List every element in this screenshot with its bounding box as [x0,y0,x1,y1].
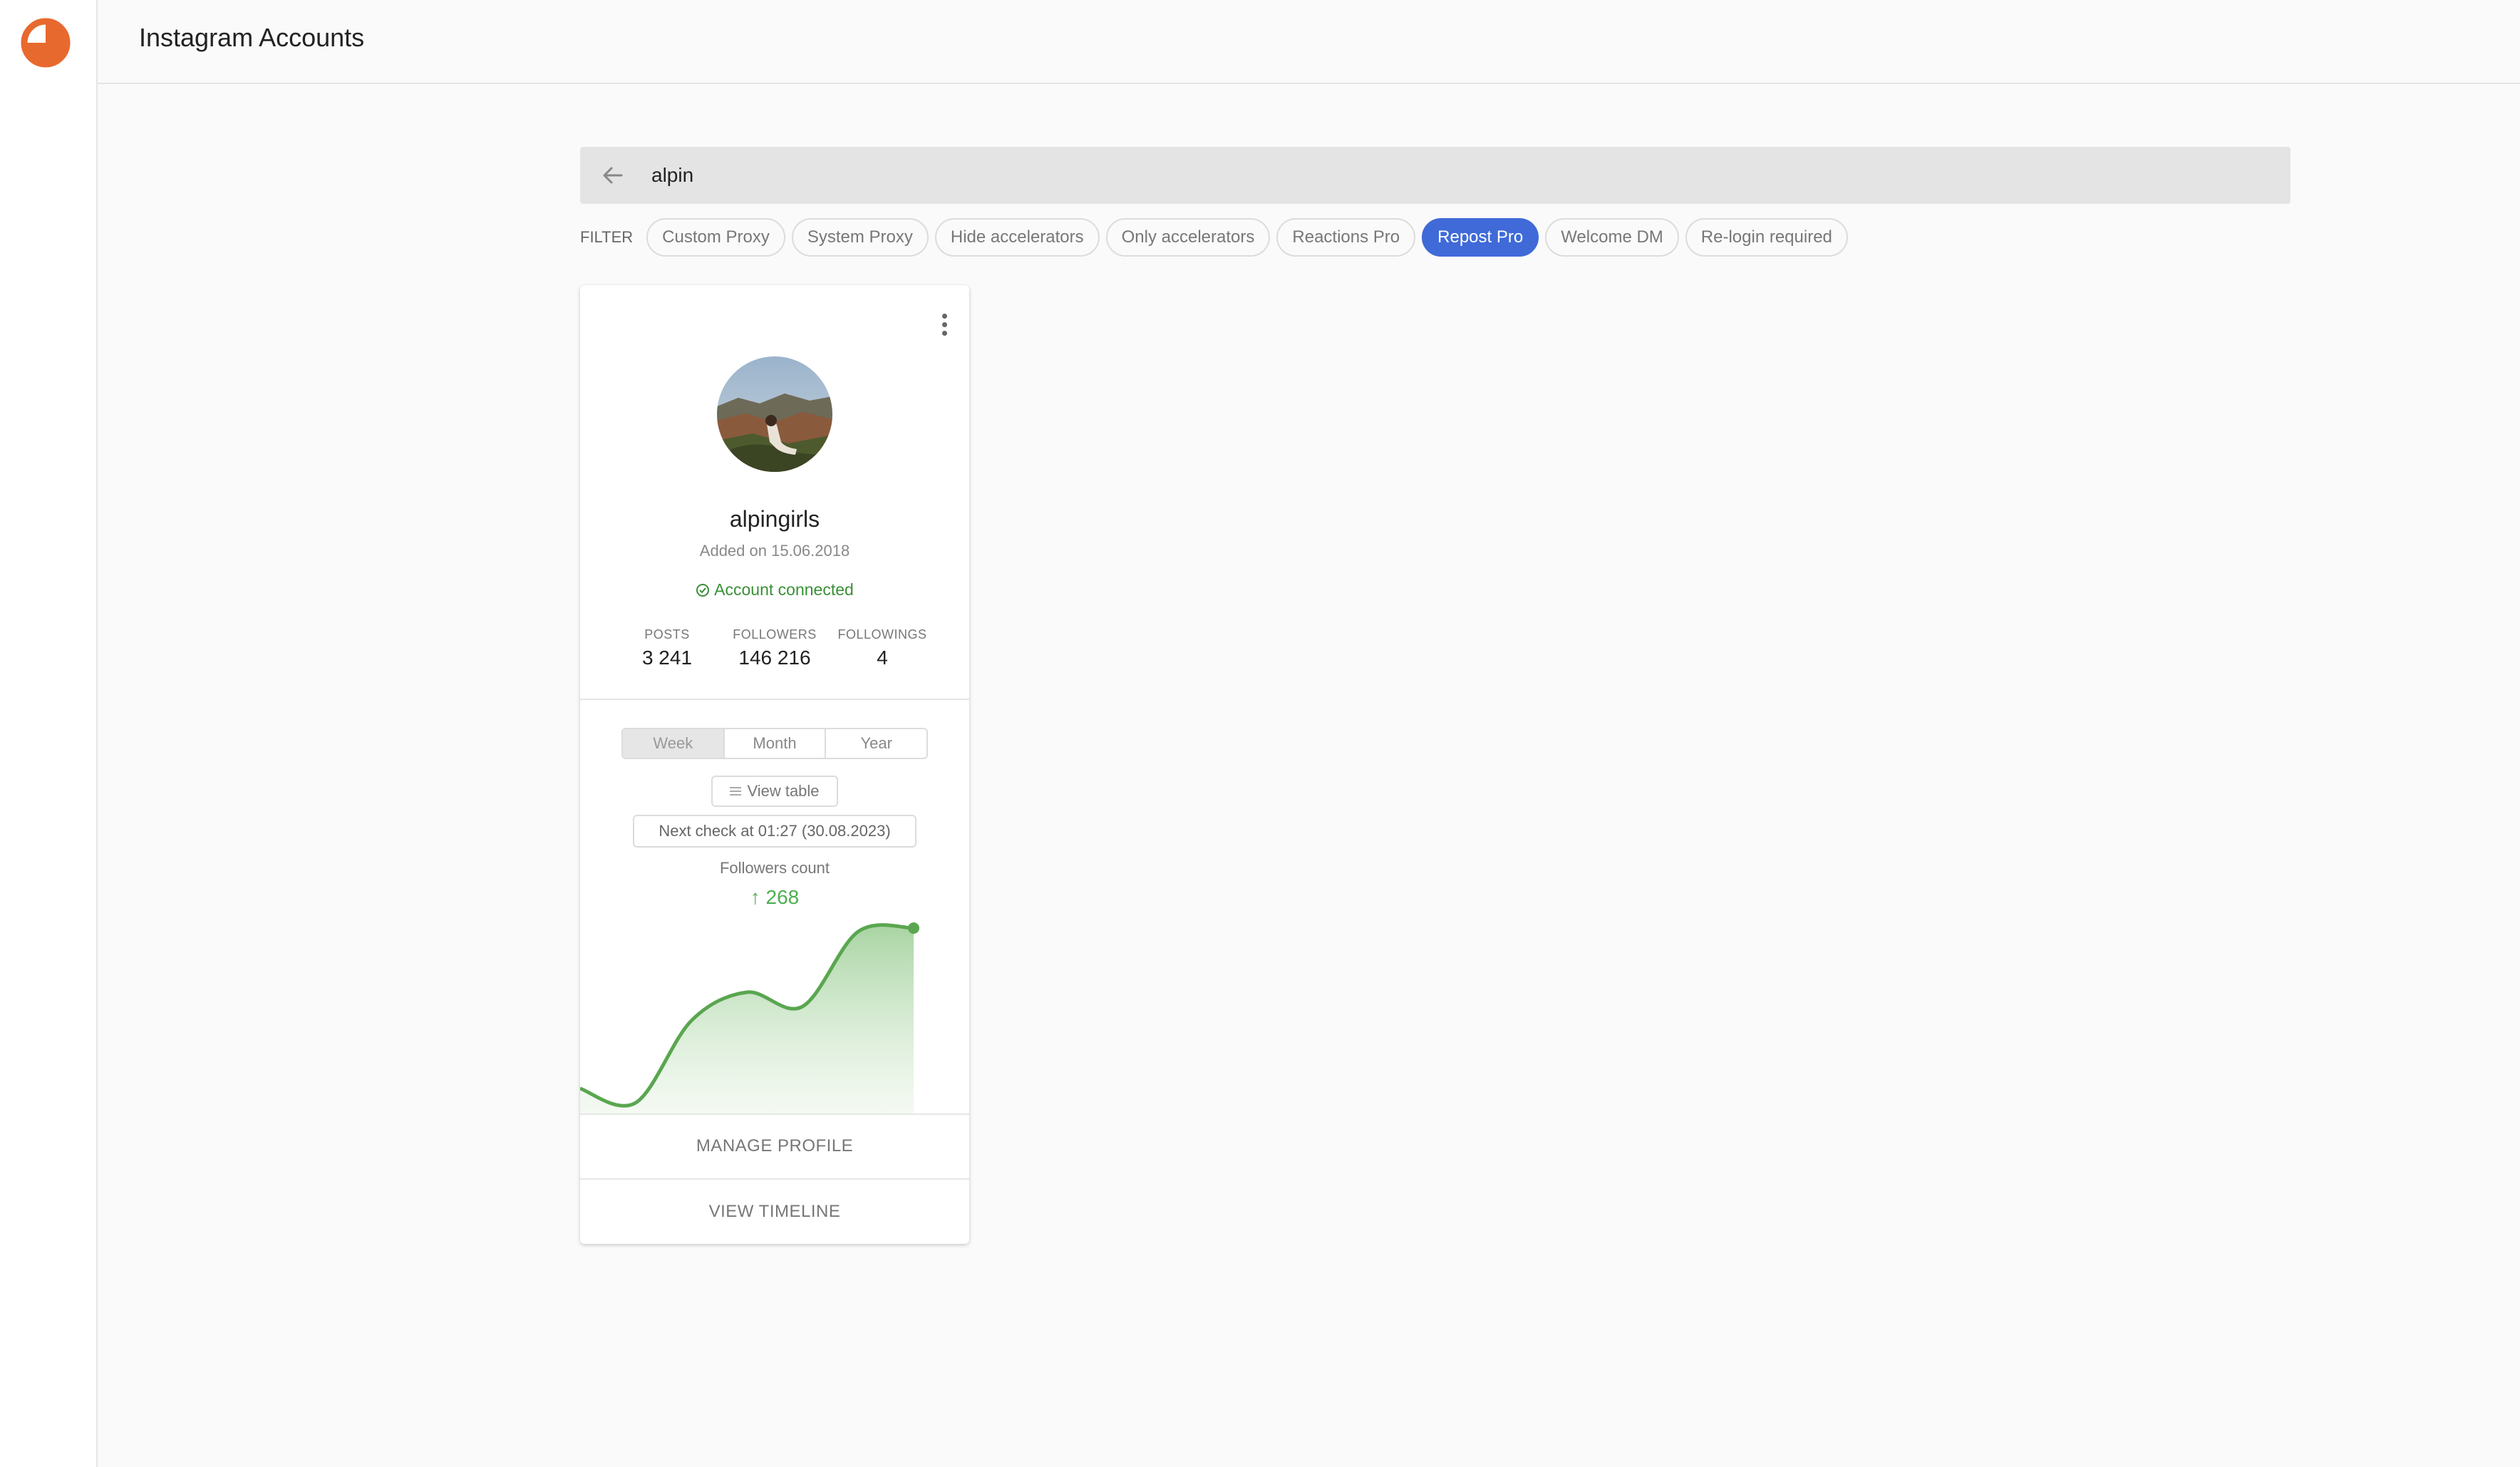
search-input[interactable] [651,157,2262,194]
filter-chip-only-accelerators[interactable]: Only accelerators [1105,218,1271,257]
chart-point [908,922,919,934]
account-username: alpingirls [729,506,820,532]
filter-chip-hide-accelerators[interactable]: Hide accelerators [934,218,1100,257]
filter-label: FILTER [580,228,634,246]
view-table-button[interactable]: View table [711,776,838,807]
check-circle-icon [696,584,710,597]
account-status-label: Account connected [714,580,854,599]
followers-delta-value: 268 [765,886,800,908]
chart-area [580,925,914,1113]
stat-followings: FOLLOWINGS 4 [825,627,939,669]
stat-followers-label: FOLLOWERS [733,627,817,642]
stat-posts: POSTS 3 241 [610,627,724,669]
logo-icon[interactable] [20,17,71,68]
account-added-date: Added on 15.06.2018 [699,542,850,560]
stat-followings-label: FOLLOWINGS [837,627,927,642]
period-year-button[interactable]: Year [826,729,926,758]
filter-chip-welcome-dm[interactable]: Welcome DM [1545,218,1679,257]
stat-followers-value: 146 216 [738,647,811,669]
next-check-badge: Next check at 01:27 (30.08.2023) [633,815,916,848]
filter-bar: FILTER Custom Proxy System Proxy Hide ac… [580,217,1848,257]
filter-chip-repost-pro[interactable]: Repost Pro [1422,218,1539,257]
account-card: alpingirls Added on 15.06.2018 Account c… [580,285,969,1244]
period-month-button[interactable]: Month [725,729,827,758]
filter-chip-reactions-pro[interactable]: Reactions Pro [1276,218,1416,257]
stat-posts-label: POSTS [644,627,690,642]
stat-posts-value: 3 241 [641,647,693,669]
filter-chip-system-proxy[interactable]: System Proxy [791,218,929,257]
stat-followings-value: 4 [877,647,888,669]
filter-chip-relogin-required[interactable]: Re-login required [1685,218,1848,257]
back-arrow-icon[interactable] [600,163,626,188]
followers-chart [580,922,919,1113]
divider [580,699,969,700]
stat-followers: FOLLOWERS 146 216 [718,627,832,669]
account-status: Account connected [580,580,969,599]
period-selector: Week Month Year [621,728,928,759]
page-title: Instagram Accounts [139,23,365,52]
top-bar: Instagram Accounts [98,0,2520,84]
sidebar [0,0,98,1467]
followers-count-label: Followers count [719,859,830,877]
avatar[interactable] [717,356,832,472]
arrow-up-icon: ↑ [750,886,760,908]
view-timeline-button[interactable]: VIEW TIMELINE [580,1180,969,1244]
view-table-label: View table [747,782,820,800]
search-bar [580,147,2291,204]
list-icon [730,787,742,796]
manage-profile-button[interactable]: MANAGE PROFILE [580,1114,969,1178]
period-week-button[interactable]: Week [623,729,725,758]
filter-chip-custom-proxy[interactable]: Custom Proxy [646,218,785,257]
followers-delta: ↑ 268 [580,886,969,909]
more-vert-icon[interactable] [939,314,949,338]
